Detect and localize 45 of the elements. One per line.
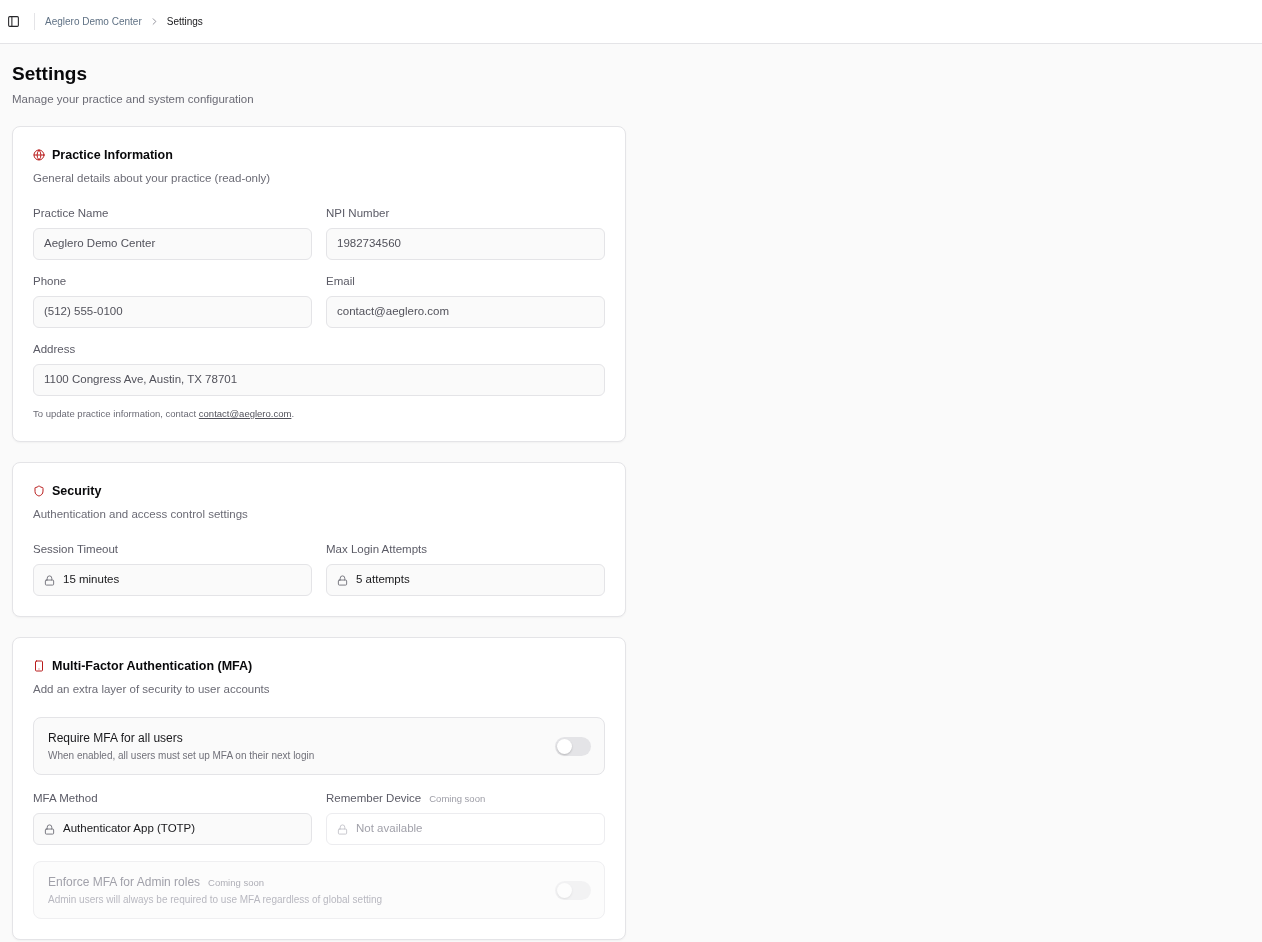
- toggle-switch[interactable]: [555, 736, 591, 756]
- field-label: Email: [326, 274, 355, 288]
- card-title: Multi-Factor Authentication (MFA): [52, 658, 253, 674]
- field-label: Remember Device: [326, 791, 422, 805]
- input-field[interactable]: (512) 555-0100: [33, 296, 312, 328]
- smartphone-icon: [33, 660, 45, 672]
- input-field[interactable]: 15 minutes: [33, 564, 312, 596]
- field-label: NPI Number: [326, 206, 390, 220]
- field-label: Phone: [33, 274, 67, 288]
- switch-knob: [557, 738, 572, 754]
- input-field[interactable]: Aeglero Demo Center: [33, 228, 312, 260]
- toggle-description: Admin users will always be required to use MFA regardless of global setting: [48, 892, 383, 906]
- card-description: Add an extra layer of security to user accounts: [33, 682, 271, 697]
- card-title: Security: [52, 483, 102, 499]
- globe-icon: [33, 149, 45, 161]
- sidebar-toggle-icon[interactable]: [7, 15, 20, 28]
- field-label: Address: [33, 342, 76, 356]
- page-subtitle: Manage your practice and system configuration: [12, 92, 255, 107]
- field-label: Session Timeout: [33, 542, 118, 556]
- field-label: Max Login Attempts: [326, 542, 427, 556]
- input-field[interactable]: 1100 Congress Ave, Austin, TX 78701: [33, 364, 605, 396]
- field-label: MFA Method: [33, 791, 98, 805]
- card-description: General details about your practice (read-only): [33, 171, 272, 186]
- lock-icon: [337, 574, 348, 586]
- card-description: Authentication and access control settings: [33, 507, 249, 522]
- input-field[interactable]: contact@aeglero.com: [326, 296, 605, 328]
- lock-icon: [337, 823, 348, 835]
- field-label: Practice Name: [33, 206, 109, 220]
- lock-icon: [44, 823, 55, 835]
- contact-note: To update practice information, contact contact@aeglero.com.: [33, 407, 296, 421]
- toggle-title: Require MFA for all users: [48, 730, 183, 746]
- page-title: Settings: [12, 62, 88, 86]
- input-field[interactable]: Authenticator App (TOTP): [33, 813, 312, 845]
- coming-soon-label: Coming soon: [429, 793, 486, 805]
- input-field[interactable]: 1982734560: [326, 228, 605, 260]
- card-title: Practice Information: [52, 147, 173, 163]
- shield-icon: [33, 485, 45, 497]
- toggle-description: When enabled, all users must set up MFA on their next login: [48, 748, 315, 762]
- coming-soon-label: Coming soon: [208, 876, 265, 889]
- switch-knob: [557, 882, 572, 898]
- input-field[interactable]: 5 attempts: [326, 564, 605, 596]
- toggle-title: Enforce MFA for Admin roles: [48, 874, 201, 890]
- lock-icon: [44, 574, 55, 586]
- breadcrumb-link[interactable]: Aeglero Demo Center: [45, 14, 142, 29]
- current-page-label: Settings: [166, 14, 203, 29]
